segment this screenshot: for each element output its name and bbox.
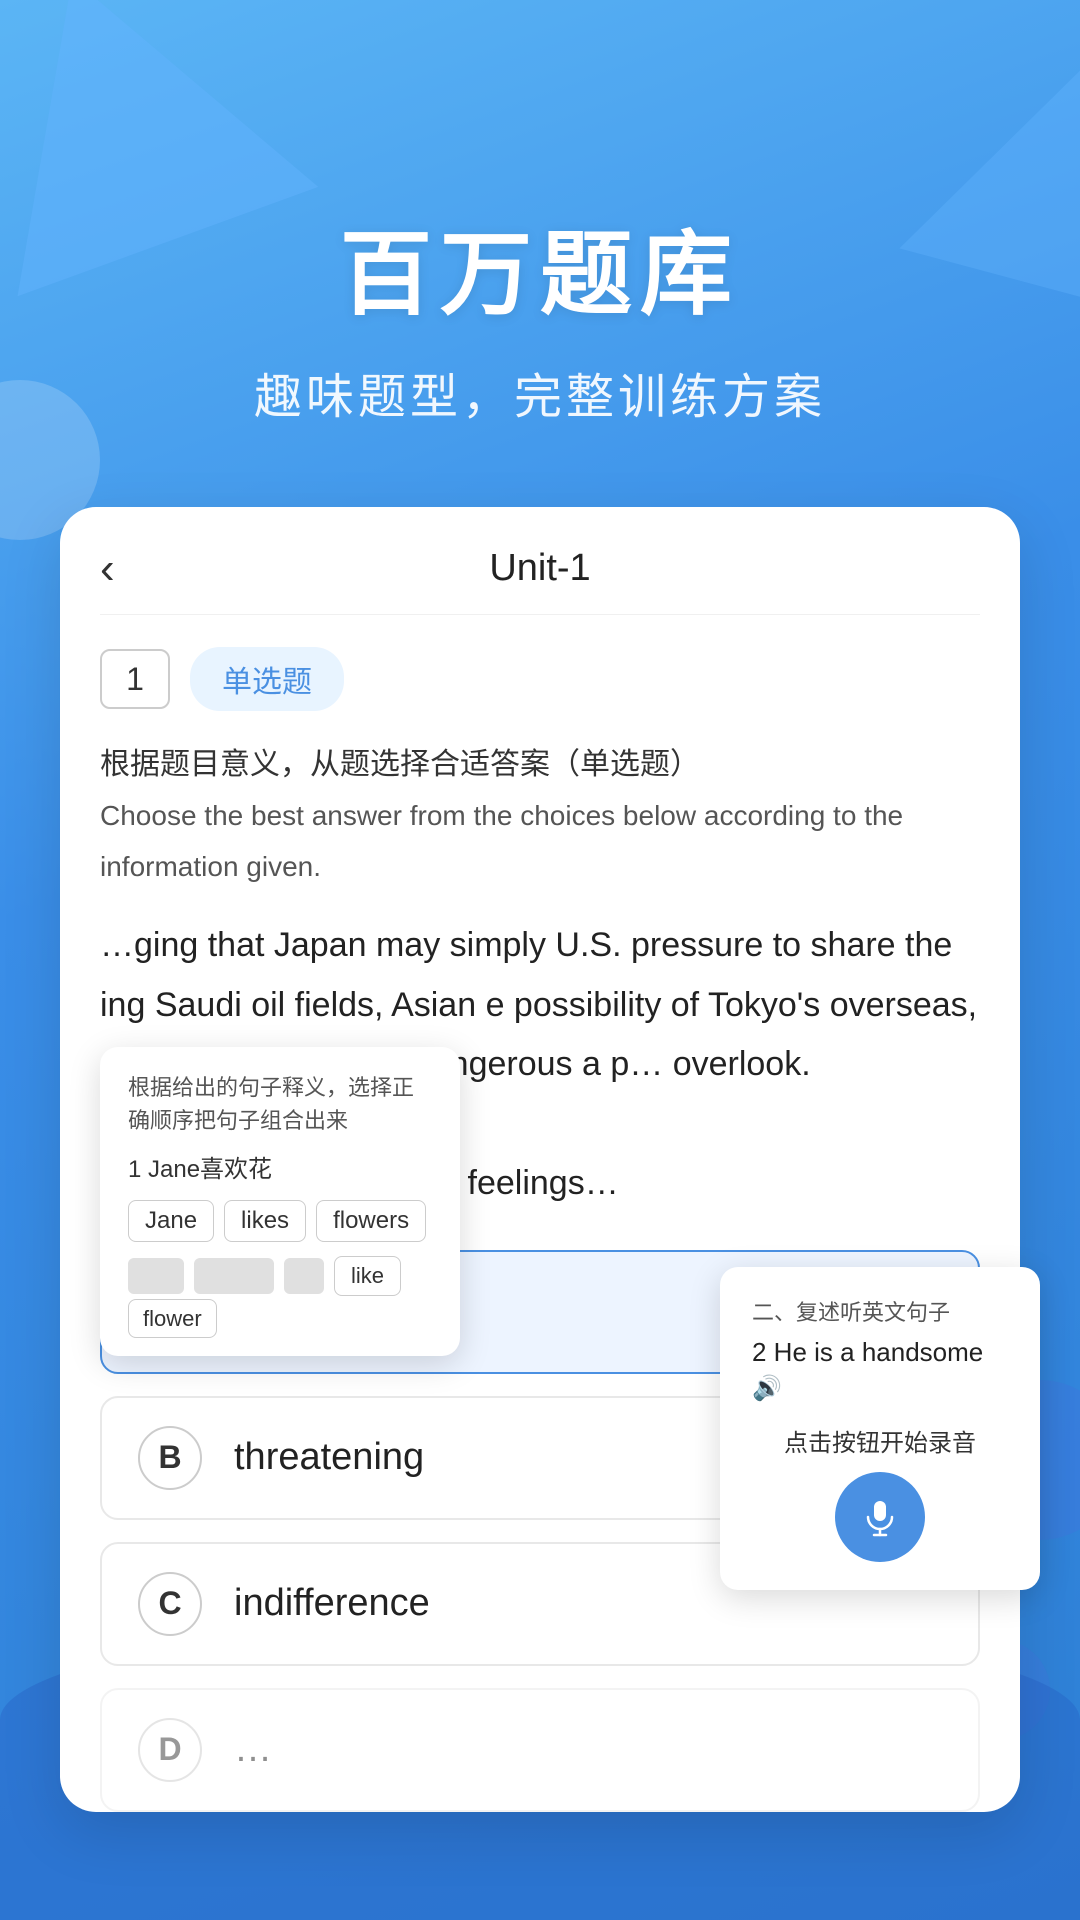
blank-chip-3	[284, 1258, 324, 1294]
blank-chips-row: like	[128, 1256, 432, 1296]
option-circle-c: C	[138, 1572, 202, 1636]
blank-chip-1	[128, 1258, 184, 1294]
back-button[interactable]: ‹	[100, 547, 115, 591]
word-chips-row: Jane likes flowers	[128, 1200, 432, 1242]
audio-play-icon[interactable]: 🔊	[752, 1374, 1008, 1403]
page-title: 百万题库	[0, 200, 1080, 333]
question-number: 1	[100, 649, 170, 709]
audio-record-label: 点击按钮开始录音	[752, 1423, 1008, 1458]
tooltip-audio: 二、复述听英文句子 2 He is a handsome 🔊 点击按钮开始录音	[720, 1267, 1040, 1590]
option-circle-d: D	[138, 1718, 202, 1782]
audio-sentence: 2 He is a handsome	[752, 1337, 1008, 1368]
word-order-sentence: 1 Jane喜欢花	[128, 1149, 432, 1184]
word-chip-likes[interactable]: likes	[224, 1200, 306, 1242]
option-text-b: threatening	[234, 1436, 424, 1479]
card-title: Unit-1	[489, 547, 590, 590]
blank-chip-2	[194, 1258, 274, 1294]
audio-mic-button[interactable]	[835, 1472, 925, 1562]
card-header: ‹ Unit-1	[100, 547, 980, 615]
word-chip-like[interactable]: like	[334, 1256, 401, 1296]
option-text-c: indifference	[234, 1582, 430, 1625]
option-text-d: …	[234, 1728, 272, 1771]
answer-option-d[interactable]: D …	[100, 1688, 980, 1812]
mic-icon	[860, 1497, 900, 1537]
word-order-instruction: 根据给出的句子释义，选择正确顺序把句子组合出来	[128, 1071, 432, 1137]
question-instruction-detail: Choose the best answer from the choices …	[100, 800, 903, 882]
word-chip-jane[interactable]: Jane	[128, 1200, 214, 1242]
header-section: 百万题库 趣味题型，完整训练方案	[0, 0, 1080, 427]
word-chip-flowers[interactable]: flowers	[316, 1200, 426, 1242]
question-type-badge: 单选题	[190, 647, 344, 711]
word-chip-flower[interactable]: flower	[128, 1299, 217, 1338]
question-meta: 1 单选题	[100, 647, 980, 711]
option-circle-b: B	[138, 1426, 202, 1490]
question-instruction: 根据题目意义，从题选择合适答案（单选题） Choose the best ans…	[100, 739, 980, 892]
page-subtitle: 趣味题型，完整训练方案	[0, 357, 1080, 427]
audio-section-label: 二、复述听英文句子	[752, 1295, 1008, 1327]
tooltip-word-order: 根据给出的句子释义，选择正确顺序把句子组合出来 1 Jane喜欢花 Jane l…	[100, 1047, 460, 1356]
main-card: 根据给出的句子释义，选择正确顺序把句子组合出来 1 Jane喜欢花 Jane l…	[60, 507, 1020, 1812]
